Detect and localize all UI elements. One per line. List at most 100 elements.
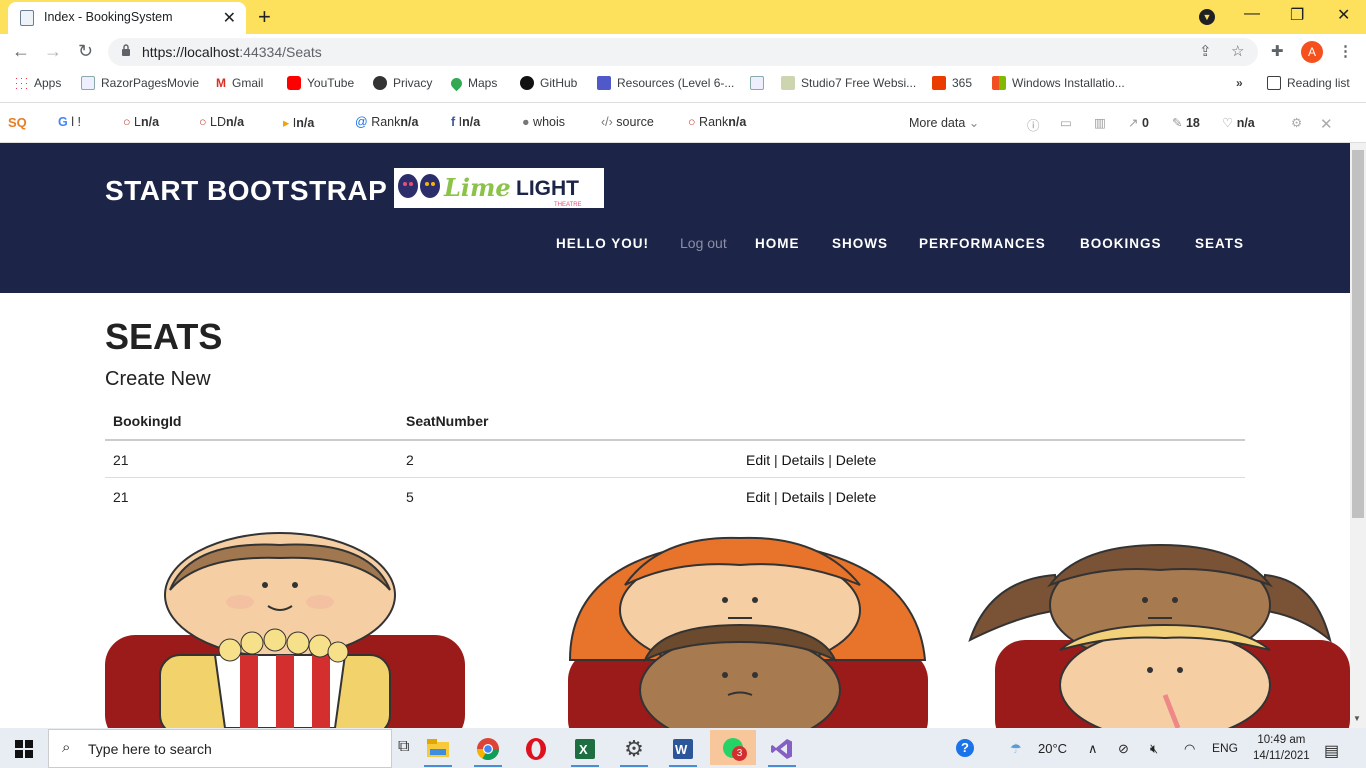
whatsapp-badge: 3 [732,746,747,761]
seo-external-links[interactable]: ↗ 0 [1128,115,1149,130]
task-view-icon[interactable]: ⧉ [398,738,409,756]
minimize-button[interactable]: — [1244,5,1260,23]
column-header-bookingid: BookingId [113,413,182,429]
extensions-icon[interactable]: ✚ [1271,42,1284,60]
seoquake-logo-icon[interactable]: SQ [8,115,27,130]
girl-and-boy-figure [568,536,928,728]
details-link[interactable]: Details [782,452,825,468]
nav-performances[interactable]: PERFORMANCES [919,236,1046,251]
reading-list-icon [1267,76,1281,90]
seo-source[interactable]: ‹/› source [601,115,654,129]
bookmark-page[interactable] [750,76,764,90]
show-hidden-icons-chevron[interactable]: ∧ [1088,741,1098,757]
details-link[interactable]: Details [782,489,825,505]
seo-diagnosis[interactable]: ♡ n/a [1222,115,1255,130]
nav-shows[interactable]: SHOWS [832,236,888,251]
bookmark-apps[interactable]: Apps [14,76,61,90]
settings-gear-icon[interactable]: ⚙ [614,733,654,767]
create-new-link[interactable]: Create New [105,368,211,391]
page-icon [20,10,34,26]
edit-link[interactable]: Edit [746,452,770,468]
bookmark-resources[interactable]: Resources (Level 6-... [597,76,734,90]
bookmark-gmail[interactable]: M Gmail [216,76,263,90]
volume-muted-icon[interactable]: 🔇︎ [1150,741,1158,757]
chrome-icon[interactable] [468,733,508,767]
weather-icon[interactable]: ☂ [1010,741,1022,757]
help-icon[interactable]: ? [956,739,974,757]
scroll-down-icon[interactable]: ▼ [1353,714,1361,723]
settings-icon[interactable]: ⚙ [1291,115,1302,130]
cell-booking-id: 21 [113,452,129,468]
windows-logo-icon [992,76,1006,90]
bookmark-privacy[interactable]: Privacy [373,76,432,90]
reload-icon[interactable]: ↻ [78,41,93,62]
windows-start-icon[interactable] [15,740,33,758]
profile-avatar[interactable]: A [1301,41,1323,63]
delete-link[interactable]: Delete [836,489,876,505]
close-window-button[interactable]: ✕ [1337,5,1350,25]
seo-google-index[interactable]: G l ! [58,115,81,129]
bookmark-github[interactable]: GitHub [520,76,577,90]
seo-whois[interactable]: ● whois [522,115,565,129]
restore-button[interactable]: ❐ [1290,5,1304,25]
edit-link[interactable]: Edit [746,489,770,505]
bookmark-365[interactable]: 365 [932,76,972,90]
menu-icon[interactable]: ⋮ [1338,42,1353,60]
delete-link[interactable]: Delete [836,452,876,468]
seo-l[interactable]: ○ Ln/a [123,115,159,129]
url-text[interactable]: https://localhost:44334/Seats [142,44,322,60]
weather-temperature[interactable]: 20°C [1038,741,1067,756]
close-toolbar-icon[interactable]: ✕ [1320,115,1333,133]
info-icon[interactable]: ⓘ [1027,115,1040,134]
taskbar-clock[interactable]: 10:49 am 14/11/2021 [1253,732,1310,764]
bookmark-youtube[interactable]: YouTube [287,76,354,90]
bookmark-windows-installation[interactable]: Windows Installatio... [992,76,1125,90]
chart-icon[interactable]: ▥ [1094,115,1106,130]
new-tab-button[interactable]: + [258,4,271,30]
wifi-icon[interactable]: ◠ [1184,741,1195,757]
excel-icon[interactable]: X [565,733,605,767]
seo-internal-links[interactable]: ✎ 18 [1172,115,1200,130]
nav-hello[interactable]: HELLO YOU! [556,236,649,251]
maps-pin-icon [448,75,465,91]
limelight-theatre-logo[interactable]: Lime LIGHT THEATRE [394,168,604,208]
bookmark-star-icon[interactable]: ☆ [1231,42,1244,60]
opera-icon[interactable] [516,733,556,765]
language-indicator[interactable]: ENG [1212,741,1238,755]
tab-search-icon[interactable]: ▼ [1199,9,1215,25]
whatsapp-icon[interactable]: 3 [710,730,756,765]
scrollbar-thumb[interactable] [1352,150,1364,518]
lock-icon[interactable] [121,44,131,56]
bookmark-studio7[interactable]: Studio7 Free Websi... [781,76,916,90]
seo-bing-index[interactable]: ▸ In/a [283,115,314,130]
forward-icon[interactable]: → [44,41,62,62]
more-bookmarks-icon[interactable]: » [1236,76,1243,90]
network-error-icon[interactable]: ⊘ [1118,741,1129,757]
seo-facebook[interactable]: f In/a [451,115,480,129]
monitor-icon[interactable]: ▭ [1060,115,1072,130]
table-header-divider [105,439,1245,441]
bookmark-maps[interactable]: Maps [448,75,497,91]
file-explorer-icon[interactable] [418,733,458,767]
notifications-icon[interactable]: ▤ [1324,741,1339,761]
bookmark-razorpagesmovie[interactable]: RazorPagesMovie [81,76,199,90]
brand-link[interactable]: START BOOTSTRAP [105,175,387,207]
back-icon[interactable]: ← [12,41,30,62]
seo-alexa-rank[interactable]: @ Rankn/a [355,115,418,129]
close-tab-icon[interactable]: ✕ [223,8,236,28]
seo-ld[interactable]: ○ LDn/a [199,115,244,129]
seo-more-data[interactable]: More data ⌄ [909,115,979,130]
reading-list[interactable]: Reading list [1267,76,1350,90]
nav-seats[interactable]: SEATS [1195,236,1244,251]
visual-studio-icon[interactable] [762,733,802,767]
nav-bookings[interactable]: BOOKINGS [1080,236,1162,251]
word-icon[interactable]: W [663,733,703,767]
seo-rank[interactable]: ○ Rankn/a [688,115,746,129]
youtube-icon [287,76,301,90]
cell-seat-number: 2 [406,452,414,468]
browser-tab[interactable]: Index - BookingSystem ✕ [8,2,246,34]
share-icon[interactable]: ⇪ [1199,42,1212,60]
nav-home[interactable]: HOME [755,236,800,251]
nav-logout[interactable]: Log out [680,235,727,251]
svg-text:W: W [675,742,688,757]
